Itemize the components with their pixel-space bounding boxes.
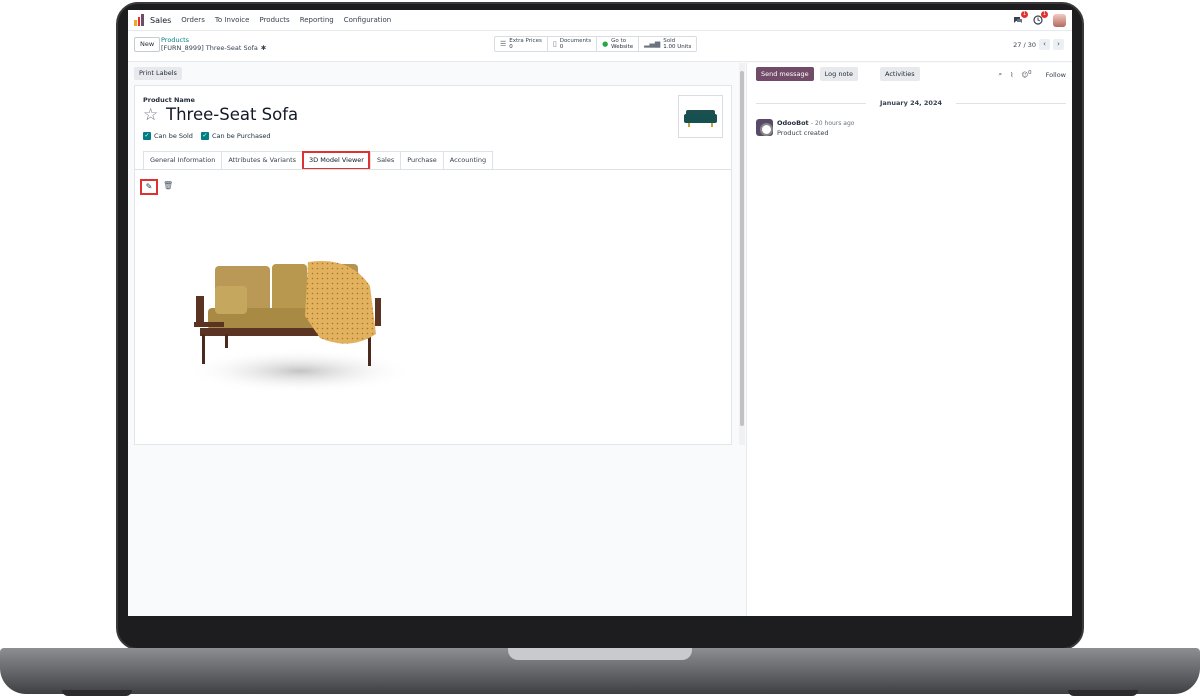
can-be-sold-checkbox[interactable]: ✓ Can be Sold	[143, 132, 193, 140]
documents-label: Documents	[559, 38, 592, 44]
menu-reporting[interactable]: Reporting	[300, 16, 334, 24]
sales-app-icon[interactable]	[134, 14, 145, 26]
tab-accounting[interactable]: Accounting	[442, 151, 494, 170]
form-scrollbar[interactable]	[739, 63, 745, 445]
product-name-label: Product Name	[143, 96, 195, 104]
website-label: Website	[611, 44, 634, 50]
pager: 27 / 30 ‹ ›	[1013, 39, 1064, 50]
message-author: OdooBot - 20 hours ago	[777, 119, 854, 127]
chatter-icons: ⌕ ⌇ ☺0 Follow	[999, 70, 1066, 79]
tab-divider	[135, 169, 731, 170]
favorite-star-icon[interactable]: ☆	[143, 106, 158, 124]
send-message-button[interactable]: Send message	[756, 67, 814, 81]
can-be-purchased-label: Can be Purchased	[211, 132, 271, 140]
odoobot-avatar	[756, 119, 773, 136]
go-to-website-button[interactable]: ● Go to Website	[597, 37, 640, 51]
activities-badge: 1	[1040, 11, 1048, 18]
chart-icon: ▂▄▆	[644, 40, 661, 48]
breadcrumb-current: [FURN_8999] Three-Seat Sofa ✱	[161, 44, 266, 52]
pager-previous-icon[interactable]: ‹	[1039, 39, 1050, 50]
extra-prices-label: Extra Prices	[509, 38, 542, 44]
tab-sales[interactable]: Sales	[369, 151, 401, 170]
date-separator: January 24, 2024	[756, 99, 1066, 107]
user-avatar[interactable]	[1053, 13, 1066, 27]
messages-badge: 1	[1020, 11, 1028, 18]
pager-next-icon[interactable]: ›	[1053, 39, 1064, 50]
check-icon: ✓	[143, 132, 151, 140]
form-tabs: General Information Attributes & Variant…	[143, 151, 494, 170]
control-panel: New Products [FURN_8999] Three-Seat Sofa…	[128, 31, 1072, 62]
menu-configuration[interactable]: Configuration	[344, 16, 391, 24]
documents-button[interactable]: ▯ Documents 0	[548, 37, 598, 51]
paperclip-icon[interactable]: ⌇	[1010, 71, 1013, 79]
top-navbar: Sales Orders To Invoice Products Reporti…	[128, 10, 1072, 31]
tab-general-information[interactable]: General Information	[143, 151, 222, 170]
message-body: Product created	[777, 129, 829, 137]
sold-value: 1.00 Units	[663, 44, 692, 50]
print-labels-button[interactable]: Print Labels	[134, 67, 182, 80]
list-icon: ☰	[500, 40, 507, 48]
laptop-foot-left	[62, 690, 132, 696]
can-be-sold-label: Can be Sold	[154, 132, 193, 140]
pager-value: 27 / 30	[1013, 40, 1036, 49]
trash-icon[interactable]: 🗑	[163, 181, 173, 190]
chatter-panel: Send message Log note Activities ⌕ ⌇ ☺0 …	[746, 63, 1072, 616]
scrollbar-thumb[interactable]	[740, 71, 744, 426]
3d-model-viewer-canvas[interactable]	[180, 256, 420, 406]
file-icon: ▯	[552, 40, 557, 48]
search-icon[interactable]: ⌕	[999, 70, 1003, 79]
form-sheet: Product Name ☆ Three-Seat Sofa ✓ Can be …	[134, 85, 732, 445]
messages-icon[interactable]: 1	[1013, 11, 1028, 25]
chatter-message: OdooBot - 20 hours ago Product created	[756, 119, 854, 137]
tab-3d-model-viewer[interactable]: 3D Model Viewer	[302, 151, 370, 170]
tab-attributes-variants[interactable]: Attributes & Variants	[221, 151, 303, 170]
extra-prices-value: 0	[509, 44, 513, 50]
menu-to-invoice[interactable]: To Invoice	[215, 16, 250, 24]
breadcrumb-products[interactable]: Products	[161, 36, 189, 44]
sold-button[interactable]: ▂▄▆ Sold 1.00 Units	[639, 37, 696, 51]
chatter-actions: Send message Log note Activities	[756, 67, 920, 81]
documents-value: 0	[559, 44, 564, 50]
author-name: OdooBot	[777, 119, 809, 127]
new-button[interactable]: New	[134, 37, 161, 52]
edit-pencil-icon[interactable]: ✎	[140, 179, 158, 195]
globe-icon: ●	[602, 40, 609, 48]
check-icon: ✓	[200, 132, 209, 140]
follow-button[interactable]: Follow	[1046, 71, 1066, 79]
product-name-input[interactable]: Three-Seat Sofa	[166, 105, 298, 124]
laptop-notch	[508, 648, 692, 660]
message-time: - 20 hours ago	[810, 120, 855, 127]
activities-clock-icon[interactable]: 1	[1033, 11, 1048, 25]
activities-button[interactable]: Activities	[879, 67, 920, 81]
breadcrumb-current-label: [FURN_8999] Three-Seat Sofa	[161, 44, 258, 52]
product-checkboxes: ✓ Can be Sold ✓ Can be Purchased	[143, 132, 270, 140]
app-name[interactable]: Sales	[150, 16, 171, 25]
menu-products[interactable]: Products	[259, 16, 289, 24]
smart-buttons: ☰ Extra Prices 0 ▯ Documents 0 ● Go to Webs…	[494, 36, 698, 52]
tab-purchase[interactable]: Purchase	[400, 151, 443, 170]
log-note-button[interactable]: Log note	[819, 67, 858, 81]
can-be-purchased-checkbox[interactable]: ✓ Can be Purchased	[200, 132, 271, 140]
menu-orders[interactable]: Orders	[181, 16, 205, 24]
followers-icon[interactable]: ☺0	[1021, 70, 1031, 79]
attachments-count: 0	[1028, 70, 1032, 76]
product-image-thumbnail[interactable]	[678, 95, 723, 138]
extra-prices-button[interactable]: ☰ Extra Prices 0	[495, 37, 548, 51]
form-column: Print Labels Product Name ☆ Three-Seat S…	[128, 63, 740, 616]
gear-icon[interactable]: ✱	[261, 44, 266, 52]
laptop-foot-right	[1068, 690, 1138, 696]
screen: Sales Orders To Invoice Products Reporti…	[128, 10, 1072, 616]
